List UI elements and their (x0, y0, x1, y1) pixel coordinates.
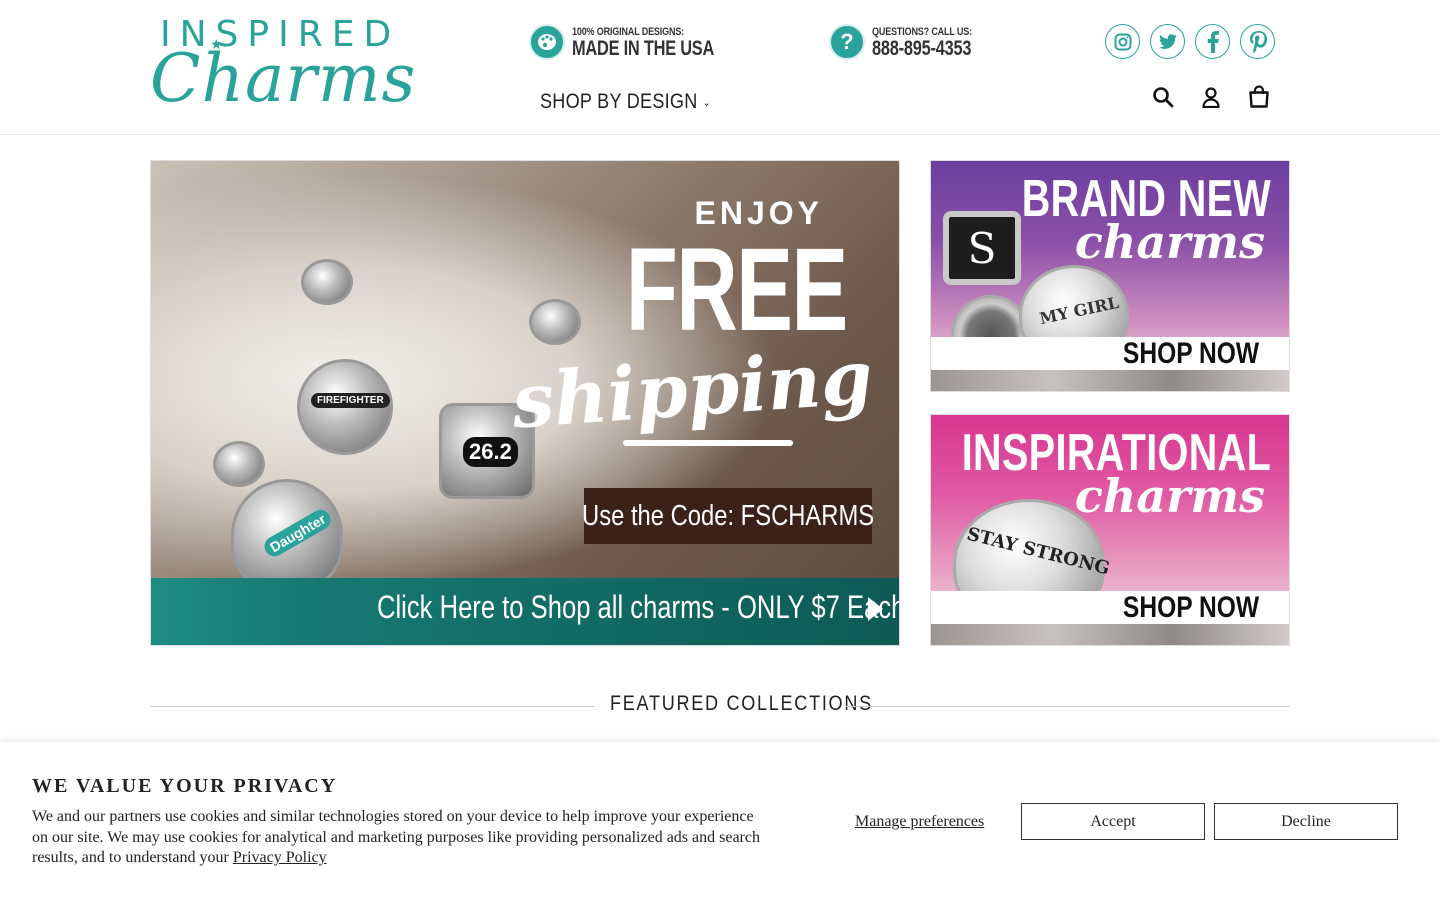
logo-bottom-text: Charms (150, 40, 417, 117)
privacy-policy-link[interactable]: Privacy Policy (233, 849, 327, 866)
site-logo[interactable]: INSPIRED ★ Charms (150, 14, 415, 122)
chevron-down-icon: ⌄ (702, 96, 711, 109)
decline-button[interactable]: Decline (1214, 803, 1398, 840)
inspirational-script: charms (1074, 469, 1265, 523)
site-header: INSPIRED ★ Charms 100% ORIGINAL DESIGNS:… (0, 0, 1440, 135)
firefighter-charm: FIREFIGHTER (311, 393, 390, 408)
search-icon[interactable] (1150, 84, 1176, 110)
brand-new-script: charms (1074, 215, 1265, 269)
divider-left (150, 706, 595, 707)
shop-now-button[interactable]: SHOP NOW (1123, 337, 1259, 370)
accept-button[interactable]: Accept (1021, 803, 1205, 840)
hero-shipping-text: shipping (509, 334, 876, 446)
instagram-icon[interactable] (1105, 24, 1140, 59)
privacy-body: We and our partners use cookies and simi… (32, 807, 772, 869)
privacy-title: WE VALUE YOUR PRIVACY (32, 775, 338, 797)
header-actions (1150, 84, 1272, 110)
bracelet-decoration (529, 299, 581, 345)
manage-preferences-link[interactable]: Manage preferences (855, 813, 984, 831)
palette-icon (529, 24, 565, 60)
brand-new-charms-banner[interactable]: S MY GIRL BRAND NEW charms SHOP NOW (930, 160, 1290, 392)
made-in-usa-text: MADE IN THE USA (572, 36, 715, 60)
shop-by-design-label: SHOP BY DESIGN (540, 90, 698, 113)
free-shipping-banner[interactable]: FIREFIGHTER 26.2 Daughter ENJOY FREE shi… (150, 160, 900, 646)
marathon-charm: 26.2 (463, 437, 518, 467)
promo-code-text: Use the Code: FSCHARMS (581, 499, 875, 532)
cart-icon[interactable] (1246, 84, 1272, 110)
phone-badge: ? QUESTIONS? CALL US: 888-895-4353 (829, 24, 999, 60)
letter-charm: S (943, 211, 1021, 285)
twitter-icon[interactable] (1150, 24, 1185, 59)
pinterest-icon[interactable] (1240, 24, 1275, 59)
made-in-usa-badge: 100% ORIGINAL DESIGNS: MADE IN THE USA (529, 24, 754, 60)
phone-number[interactable]: 888-895-4353 (872, 38, 971, 59)
bracelet-decoration (301, 259, 353, 305)
featured-collections-heading: FEATURED COLLECTIONS (610, 692, 873, 715)
hero-free-text: FREE (626, 224, 848, 356)
privacy-body-text: We and our partners use cookies and simi… (32, 808, 760, 866)
hero-underline (623, 440, 793, 446)
letter-charm-text: S (967, 223, 997, 273)
bracelet-decoration (213, 441, 265, 487)
shop-by-design-menu[interactable]: SHOP BY DESIGN ⌄ (540, 90, 711, 114)
shop-now-button[interactable]: SHOP NOW (1123, 591, 1259, 624)
promo-code-box: Use the Code: FSCHARMS (581, 488, 875, 544)
play-arrow-icon (868, 597, 883, 621)
social-links (1105, 24, 1275, 59)
account-icon[interactable] (1198, 84, 1224, 110)
featured-collections-divider: FEATURED COLLECTIONS (150, 690, 1290, 722)
facebook-icon[interactable] (1195, 24, 1230, 59)
banner-texture (931, 624, 1289, 645)
divider-right (845, 706, 1290, 707)
privacy-banner: WE VALUE YOUR PRIVACY We and our partner… (0, 741, 1440, 900)
question-icon: ? (829, 24, 865, 60)
shop-all-text[interactable]: Click Here to Shop all charms - ONLY $7 … (377, 589, 899, 626)
inspirational-charms-banner[interactable]: STAY STRONG INSPIRATIONAL charms SHOP NO… (930, 414, 1290, 646)
banner-texture (931, 370, 1289, 391)
